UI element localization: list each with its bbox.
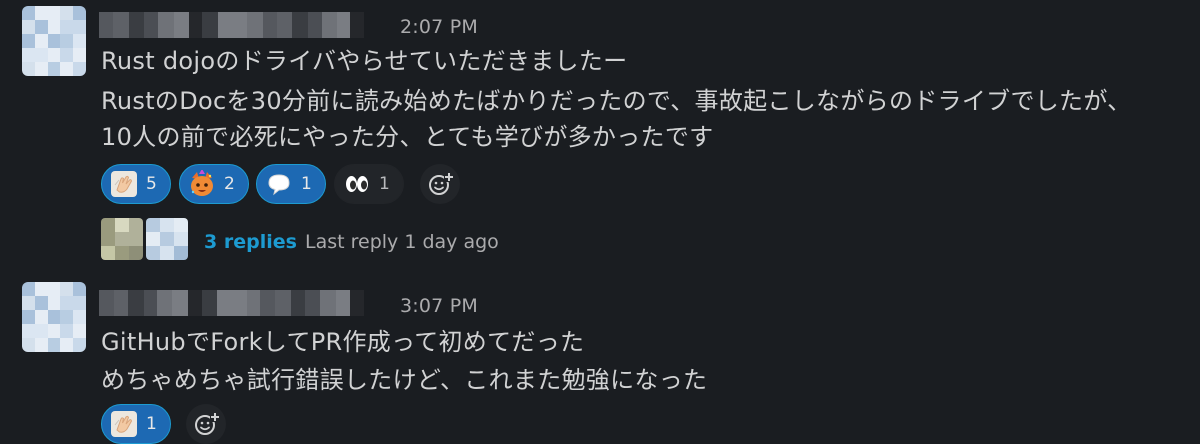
- speech-bubble-emoji-icon: [268, 174, 290, 196]
- eyes-emoji-icon: [346, 176, 368, 192]
- thread-participant-avatar[interactable]: [146, 218, 188, 260]
- reaction-party-cat[interactable]: 2: [179, 164, 249, 204]
- add-reaction-button[interactable]: [420, 164, 460, 204]
- message-text-line: めちゃめちゃ試行錯誤したけど、これまた勉強になった: [101, 366, 708, 394]
- clap-emoji-icon: [111, 171, 137, 197]
- reaction-count: 1: [301, 174, 312, 194]
- add-emoji-icon: [429, 172, 454, 195]
- message-text-line: RustのDocを30分前に読み始めたばかりだったので、事故起こしながらのドライ…: [101, 87, 1132, 115]
- reaction-eyes[interactable]: 1: [334, 164, 404, 204]
- add-reaction-button[interactable]: [186, 404, 226, 444]
- party-cat-emoji-icon: [191, 170, 213, 196]
- message-timestamp[interactable]: 3:07 PM: [400, 295, 478, 317]
- message-1: 2:07 PM Rust dojoのドライバやらせていただきましたー Rustの…: [0, 0, 1200, 280]
- add-emoji-icon: [195, 412, 220, 435]
- sender-name[interactable]: [99, 290, 389, 316]
- reaction-clap[interactable]: 5: [101, 164, 171, 204]
- avatar[interactable]: [22, 282, 86, 352]
- reaction-count: 2: [224, 174, 235, 194]
- reaction-speech-bubble[interactable]: 1: [256, 164, 326, 204]
- message-text-line: GitHubでForkしてPR作成って初めてだった: [101, 328, 585, 356]
- reaction-count: 1: [146, 414, 157, 434]
- thread-participant-avatar[interactable]: [101, 218, 143, 260]
- message-text-line: 10人の前で必死にやった分、とても学びが多かったです: [101, 123, 714, 151]
- avatar[interactable]: [22, 6, 86, 76]
- thread-last-reply: Last reply 1 day ago: [305, 231, 499, 253]
- thread-replies-link[interactable]: 3 replies: [204, 231, 297, 253]
- message-text-line: Rust dojoのドライバやらせていただきましたー: [101, 47, 628, 75]
- reaction-count: 1: [379, 174, 390, 194]
- sender-name[interactable]: [99, 12, 389, 38]
- reaction-clap[interactable]: 1: [101, 404, 171, 444]
- clap-emoji-icon: [111, 411, 137, 437]
- message-timestamp[interactable]: 2:07 PM: [400, 16, 478, 38]
- message-2: 3:07 PM GitHubでForkしてPR作成って初めてだった めちゃめちゃ…: [0, 280, 1200, 444]
- reaction-count: 5: [146, 174, 157, 194]
